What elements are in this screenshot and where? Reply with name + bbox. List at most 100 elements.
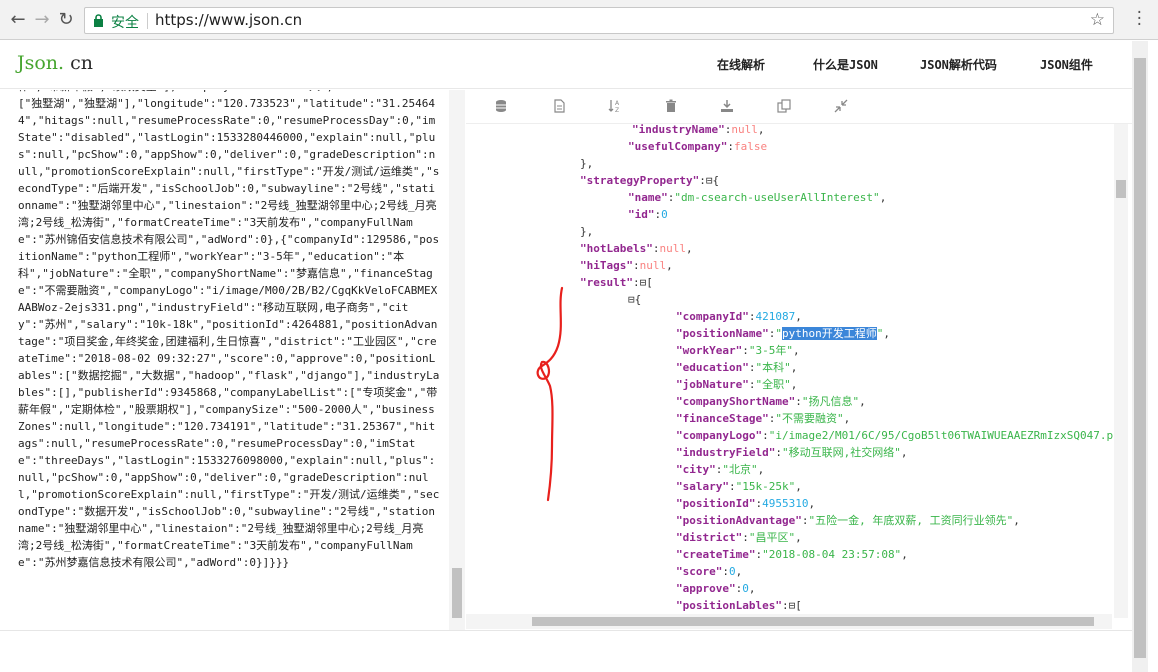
collapse-icon[interactable] [834,99,848,113]
json-value: false [733,140,768,153]
json-value: "dm-csearch-useUserAllInterest" [674,191,880,204]
address-divider [147,13,148,29]
json-tree-line[interactable]: "result":⊟[ [580,274,653,291]
reload-icon[interactable]: ↻ [54,8,78,32]
nav-online-parse[interactable]: 在线解析 [717,56,765,73]
download-icon[interactable] [720,99,734,113]
json-value: "i/image2/M01/6C/95/CgoB5lt06TWAIWUEAAEZ… [768,429,1116,442]
json-tree-line[interactable]: "industryName":null, [632,124,764,138]
json-punctuation: , [792,344,800,357]
json-punctuation: , [901,548,908,561]
nav-json-components[interactable]: JSON组件 [1040,56,1093,73]
raw-json-editor[interactable]: 作","带薪年假","绩效奖金"],"companySize":"15-50人"… [0,90,449,630]
json-tree-line[interactable]: "hotLabels":null, [580,240,693,257]
json-value: "移动互联网,社交网络" [781,446,901,459]
document-icon[interactable] [552,99,566,113]
site-logo[interactable]: Json. cn [17,52,93,74]
json-tree-line[interactable]: "education":"本科", [676,359,797,376]
json-key: "approve" [676,582,736,595]
json-punctuation: , [735,565,743,578]
json-tree-line[interactable]: "positionName":"python开发工程师", [676,325,890,342]
logo-suffix: cn [64,52,94,74]
json-key: "positionId" [676,497,756,510]
json-key: "id" [628,208,655,221]
sort-icon[interactable]: AZ [608,99,622,113]
json-key: "financeStage" [676,412,769,425]
raw-json-text[interactable]: 作","带薪年假","绩效奖金"],"companySize":"15-50人"… [18,90,441,571]
json-tree-line[interactable]: "city":"北京", [676,461,764,478]
json-key: "education" [676,361,749,374]
json-tree-line[interactable]: "companyLogo":"i/image2/M01/6C/95/CgoB5l… [676,427,1116,444]
json-value: "全职" [755,378,791,391]
json-value: "2018-08-04 23:57:08" [762,548,902,561]
viewer-toolbar: AZ [466,90,1132,124]
page-scrollbar-thumb[interactable] [1134,58,1146,658]
json-tree-line[interactable]: "positionAdvantage":"五险一金, 年底双薪, 工资同行业领先… [676,512,1020,529]
trash-icon[interactable] [664,99,678,113]
json-tree-line[interactable]: "industryField":"移动互联网,社交网络", [676,444,907,461]
kebab-menu-icon[interactable]: · · · [1137,5,1142,34]
json-tree-line[interactable]: "usefulCompany":false [628,138,767,155]
json-punctuation: :⊟[ [632,276,653,289]
json-value: null [659,242,686,255]
json-tree-line[interactable]: "score":0, [676,563,742,580]
json-tree-line[interactable]: "approve":0, [676,580,755,597]
json-tree-line[interactable]: "salary":"15k-25k", [676,478,802,495]
url-text[interactable]: https://www.json.cn [155,11,302,29]
back-arrow-icon[interactable]: ← [6,8,30,32]
viewer-vertical-thumb[interactable] [1116,180,1126,198]
json-key: "industryField" [676,446,776,459]
json-key: "strategyProperty" [580,174,700,187]
database-icon[interactable] [494,99,508,113]
json-key: "salary" [676,480,729,493]
json-value: " [775,327,782,340]
json-tree-line[interactable]: "companyShortName":"扬凡信息", [676,393,866,410]
json-tree-line[interactable]: "companyId":421087, [676,308,802,325]
json-tree-line[interactable]: "hiTags":null, [580,257,673,274]
json-tree-line[interactable]: "workYear":"3-5年", [676,342,800,359]
browser-toolbar: ← → ↻ 安全 https://www.json.cn ☆ · · · [0,0,1158,40]
json-punctuation: , [900,446,908,459]
json-tree-line[interactable]: "strategyProperty":⊟{ [580,172,719,189]
forward-arrow-icon[interactable]: → [30,8,54,32]
copy-icon[interactable] [777,99,791,113]
viewer-horizontal-scrollbar[interactable] [466,614,1112,629]
json-key: "usefulCompany" [628,140,728,153]
editor-scrollbar[interactable] [449,90,465,630]
nav-json-code[interactable]: JSON解析代码 [920,56,997,73]
json-tree-line[interactable]: "name":"dm-csearch-useUserAllInterest", [628,189,886,206]
json-tree-line[interactable]: "district":"昌平区", [676,529,802,546]
json-punctuation: }, [580,157,594,170]
editor-scrollbar-thumb[interactable] [452,568,462,618]
json-value: 4955310 [762,497,809,510]
json-tree-line[interactable]: }, [580,223,593,240]
viewer-horizontal-thumb[interactable] [532,617,1094,626]
json-tree-line[interactable]: "createTime":"2018-08-04 23:57:08", [676,546,908,563]
json-value: "五险一金, 年底双薪, 工资同行业领先" [808,514,1014,527]
json-tree-line[interactable]: "jobNature":"全职", [676,376,797,393]
site-header: Json. cn 在线解析 什么是JSON JSON解析代码 JSON组件 [0,41,1132,89]
json-tree-line[interactable]: "positionLables":⊟[ [676,597,802,614]
bookmark-star-icon[interactable]: ☆ [1090,10,1105,30]
json-tree-line[interactable]: "financeStage":"不需要融资", [676,410,850,427]
json-key: "industryName" [632,124,725,136]
json-punctuation: : [728,480,736,493]
nav-what-is-json[interactable]: 什么是JSON [813,56,878,73]
json-punctuation: , [790,378,798,391]
json-key: "hotLabels" [580,242,653,255]
json-tree-line[interactable]: }, [580,155,593,172]
json-key: "positionName" [676,327,769,340]
json-value: "3-5年" [748,344,793,357]
json-value: null [639,259,667,272]
viewer-vertical-scrollbar[interactable] [1114,124,1128,618]
json-tree-line[interactable]: "positionId":4955310, [676,495,815,512]
json-punctuation: : [727,140,734,153]
address-bar[interactable]: 安全 https://www.json.cn ☆ [84,7,1114,34]
lock-icon [94,14,103,27]
json-tree-line[interactable]: "id":0 [628,206,668,223]
json-punctuation: , [808,497,816,510]
json-key: "jobNature" [676,378,749,391]
json-tree-line[interactable]: ⊟{ [628,291,641,308]
json-key: "score" [676,565,723,578]
page-scrollbar[interactable] [1132,41,1148,672]
